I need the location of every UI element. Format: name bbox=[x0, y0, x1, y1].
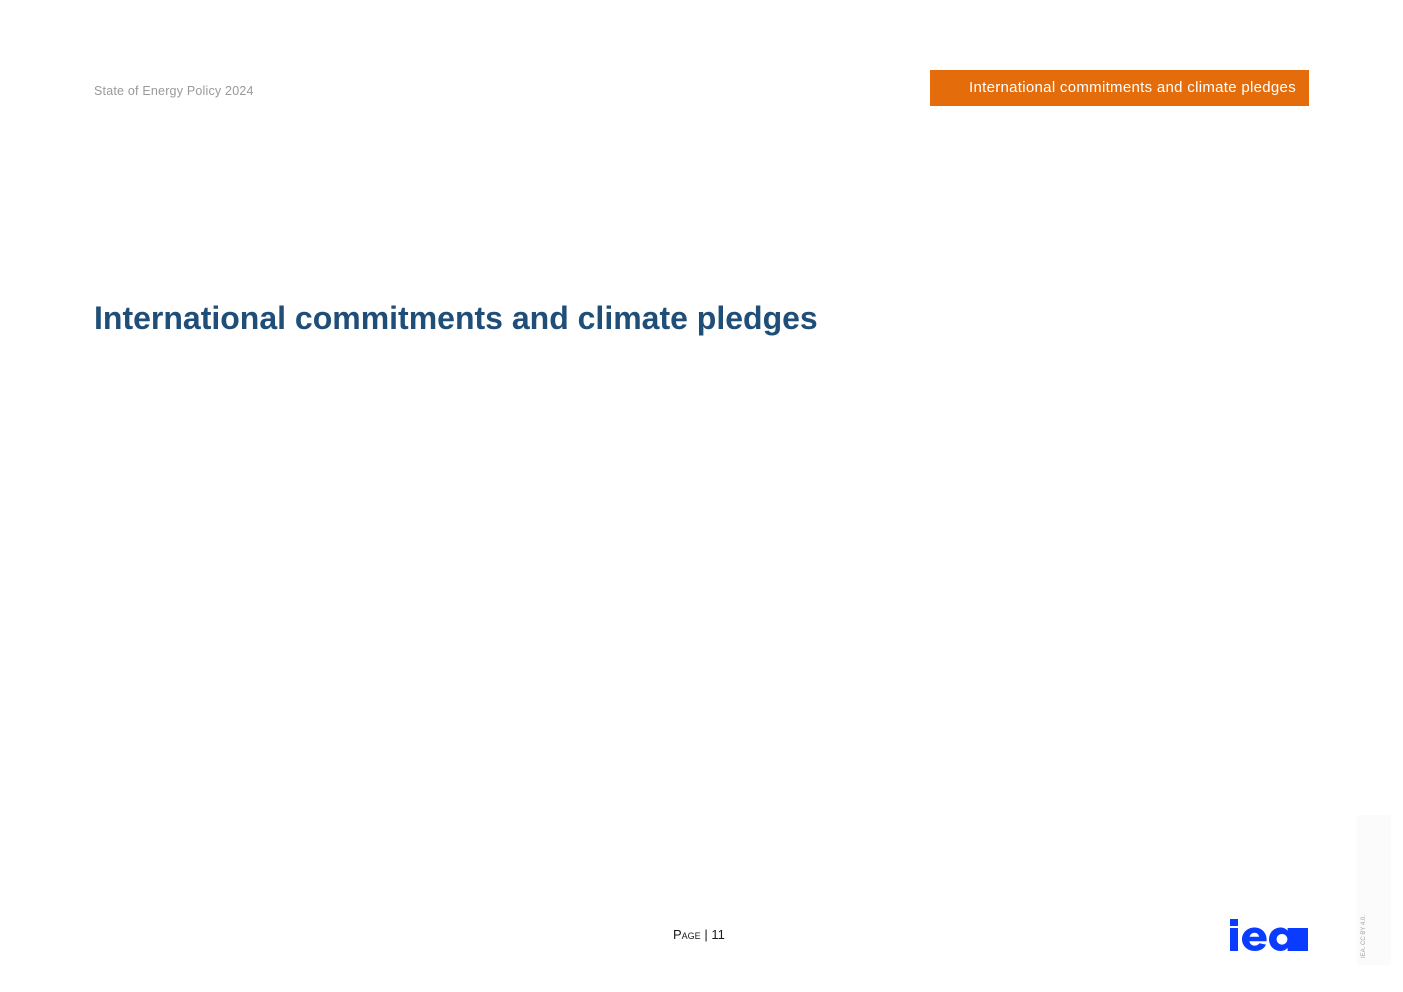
page-number: Page | 11 bbox=[673, 927, 725, 942]
section-tab: International commitments and climate pl… bbox=[930, 70, 1309, 106]
chapter-title: International commitments and climate pl… bbox=[94, 300, 818, 336]
page-separator: | bbox=[704, 927, 708, 942]
license-text: IEA. CC BY 4.0. bbox=[1361, 915, 1367, 958]
logo-text: iea bbox=[1229, 916, 1231, 917]
page-label: Page bbox=[673, 927, 701, 942]
iea-logo: iea bbox=[1229, 916, 1308, 951]
running-header-publication: State of Energy Policy 2024 bbox=[94, 84, 254, 98]
page-number-value: 11 bbox=[711, 927, 725, 942]
